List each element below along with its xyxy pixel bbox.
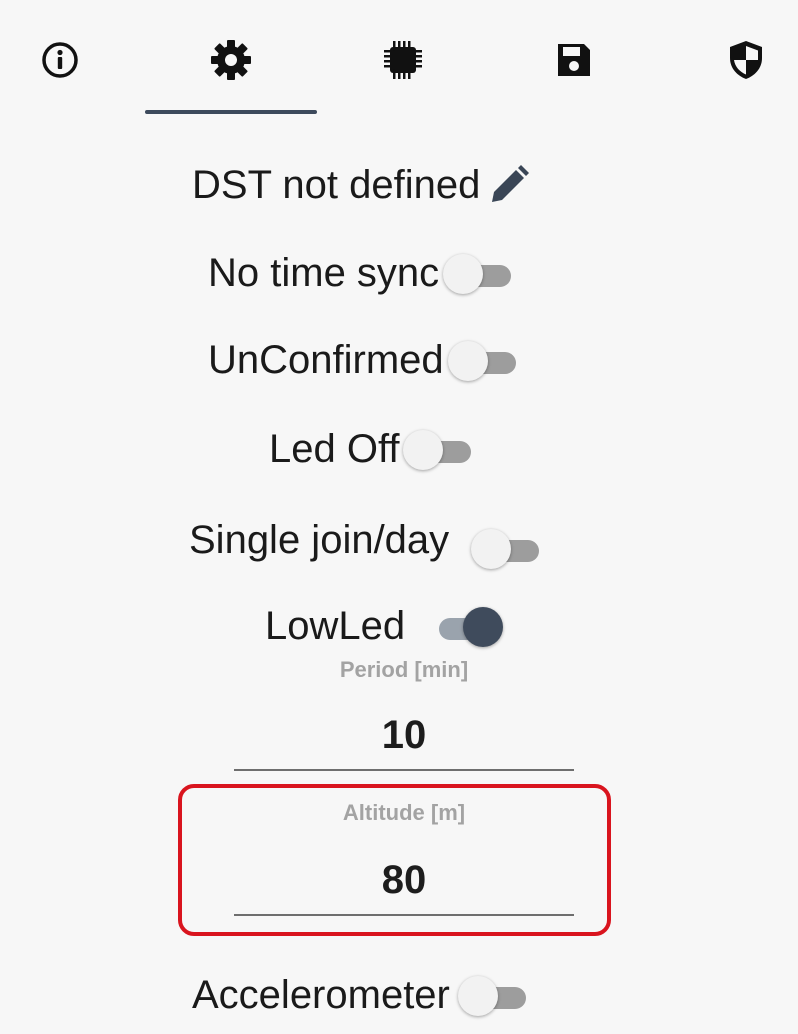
low-led-row: LowLed (265, 596, 504, 656)
confirmed-row: UnConfirmed (208, 330, 520, 390)
tab-bar (0, 0, 798, 120)
switch-thumb (463, 607, 504, 647)
altitude-input[interactable] (234, 856, 574, 904)
chip-icon (380, 37, 426, 83)
period-label: Period [min] (339, 657, 469, 682)
switch-thumb (457, 976, 498, 1016)
tab-save[interactable] (544, 30, 604, 90)
tab-device[interactable] (373, 30, 433, 90)
period-field: Period [min] (234, 657, 574, 771)
dst-label: DST not defined (192, 163, 481, 207)
time-sync-row: No time sync (208, 243, 515, 303)
info-icon (40, 40, 80, 80)
accelerometer-label: Accelerometer (192, 973, 450, 1017)
time-sync-switch[interactable] (443, 253, 515, 294)
altitude-label: Altitude [m] (342, 800, 466, 825)
altitude-underline (234, 914, 574, 916)
led-label: Led Off (269, 427, 400, 471)
switch-thumb (443, 254, 484, 294)
tab-info[interactable] (30, 30, 90, 90)
shield-icon (724, 38, 768, 82)
switch-thumb (447, 341, 488, 381)
confirmed-label: UnConfirmed (208, 338, 444, 382)
single-join-label: Single join/day (189, 518, 450, 562)
save-icon (554, 40, 594, 80)
single-join-row: Single join/day (189, 510, 543, 570)
gear-icon (208, 37, 254, 83)
tab-security[interactable] (716, 30, 776, 90)
time-sync-label: No time sync (208, 251, 440, 295)
accelerometer-row: Accelerometer (192, 965, 530, 1025)
led-row: Led Off (269, 419, 475, 479)
confirmed-switch[interactable] (447, 340, 520, 381)
tab-settings[interactable] (201, 30, 261, 90)
period-input[interactable] (234, 711, 574, 759)
period-underline (234, 769, 574, 771)
low-led-label: LowLed (265, 604, 406, 648)
led-switch[interactable] (403, 429, 475, 470)
switch-thumb (471, 529, 512, 569)
switch-thumb (403, 430, 444, 470)
low-led-switch[interactable] (429, 606, 504, 647)
altitude-field: Altitude [m] (234, 800, 574, 916)
pencil-icon[interactable] (486, 162, 532, 208)
single-join-switch[interactable] (471, 528, 543, 569)
accelerometer-switch[interactable] (457, 975, 530, 1016)
tab-selected-indicator (145, 110, 317, 114)
dst-row: DST not defined (192, 155, 532, 215)
